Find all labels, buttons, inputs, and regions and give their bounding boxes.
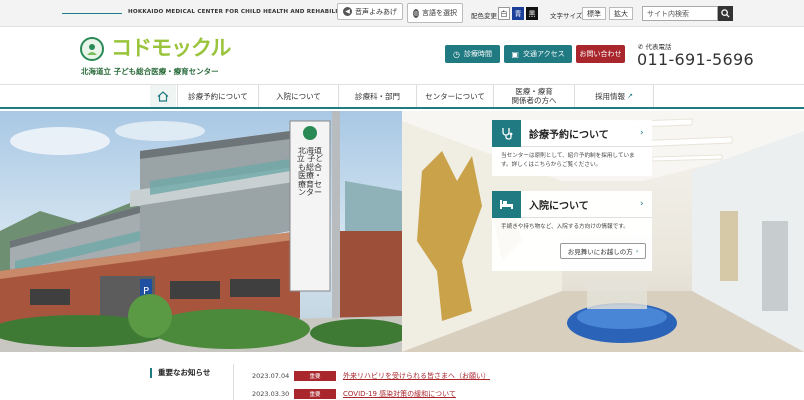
color-change-label: 配色変更 [471,12,497,20]
read-aloud-button[interactable]: ◀ 音声よみあげ [337,3,403,20]
important-news-heading: 重要なお知らせ [150,368,210,378]
logo-emblem-icon[interactable] [80,37,104,61]
globe-icon: ◎ [413,8,419,18]
recruit-label: 採用情報 [595,91,626,101]
building-photo: P 北海道立 子ども総合医療・療育センター [0,111,402,352]
nav-home[interactable] [150,85,176,107]
nav-item-professionals[interactable]: 医療・療育 関係者の方へ [493,85,574,107]
site-search-input[interactable]: サイト内検索 [642,6,718,21]
nav-item-about[interactable]: センターについて [416,85,493,107]
home-icon [157,90,169,102]
org-english-name: HOKKAIDO MEDICAL CENTER FOR CHILD HEALTH… [128,9,362,15]
admission-card-title: 入院について [529,200,589,212]
search-button[interactable] [718,6,733,21]
speaker-icon: ◀ [343,7,352,16]
admission-card[interactable]: 入院について › 手続きや持ち物など、入院する方向けの情報です。 [492,190,652,271]
color-black-button[interactable]: 黒 [526,7,538,20]
text-size-standard-button[interactable]: 標準 [582,7,606,20]
language-label: 言語を選択 [422,9,457,17]
nav-item-admission[interactable]: 入院について [258,85,338,107]
text-size-label: 文字サイズ [550,12,583,20]
chevron-right-icon: › [635,247,639,255]
news-date: 2023.07.04 [252,372,290,380]
appointment-card-title: 診療予約について [529,129,609,141]
language-select-button[interactable]: ◎ 言語を選択 [407,3,463,23]
color-blue-button[interactable]: 青 [512,7,524,20]
appointment-card[interactable]: 診療予約について › 当センターは原則として、紹介予約制を採用しています。詳しく… [492,119,652,177]
map-icon: ▣ [511,49,519,59]
visitor-info-button[interactable]: お見舞いにお越しの方 › [560,243,646,259]
news-divider [233,364,234,400]
visitor-info-label: お見舞いにお越しの方 [567,248,633,256]
contact-button[interactable]: お問い合わせ [576,45,625,63]
news-date: 2023.03.30 [252,390,290,398]
hero-section: P 北海道立 子ども総合医療・療育センター [0,111,804,352]
nav-item-appointment[interactable]: 診療予約について [177,85,258,107]
chevron-right-icon: › [640,199,644,209]
logo-text[interactable]: コドモックル [111,32,231,62]
news-link[interactable]: 外来リハビリを受けられる皆さまへ（お願い） [343,371,490,381]
appointment-card-body: 当センターは原則として、紹介予約制を採用しています。詳しくはこちらからご覧くださ… [501,153,635,169]
clock-icon: ◷ [453,49,460,59]
read-aloud-label: 音声よみあげ [355,7,397,16]
contact-label: お問い合わせ [579,50,622,58]
chevron-right-icon: › [640,128,644,138]
hours-label: 診療時間 [463,50,492,58]
stethoscope-icon [492,119,521,147]
building-sign-text: 北海道立 子ども総合医療・療育センター [296,147,324,197]
access-button[interactable]: ▣ 交通アクセス [504,45,572,63]
appointment-card-header: 診療予約について › [492,119,652,147]
news-badge: 重要 [294,371,336,381]
admission-card-body: 手続きや持ち物など、入院する方向けの情報です。 [501,224,629,230]
bed-icon [492,190,521,218]
color-white-button[interactable]: 白 [498,7,510,20]
logo-subtitle: 北海道立 子ども総合医療・療育センター [81,67,219,76]
nav-item-recruit[interactable]: 採用情報 ↗ [574,85,654,107]
external-link-icon: ↗ [627,91,633,100]
hours-button[interactable]: ◷ 診療時間 [445,45,500,63]
text-size-large-button[interactable]: 拡大 [609,7,633,20]
news-badge: 重要 [294,389,336,399]
search-icon [721,9,730,18]
news-link[interactable]: COVID-19 感染対策の緩和について [343,389,456,399]
admission-card-header: 入院について › [492,190,652,218]
phone-number[interactable]: 011-691-5696 [637,50,754,69]
access-label: 交通アクセス [522,50,565,58]
decorative-line [62,13,122,14]
nav-item-departments[interactable]: 診療科・部門 [338,85,416,107]
